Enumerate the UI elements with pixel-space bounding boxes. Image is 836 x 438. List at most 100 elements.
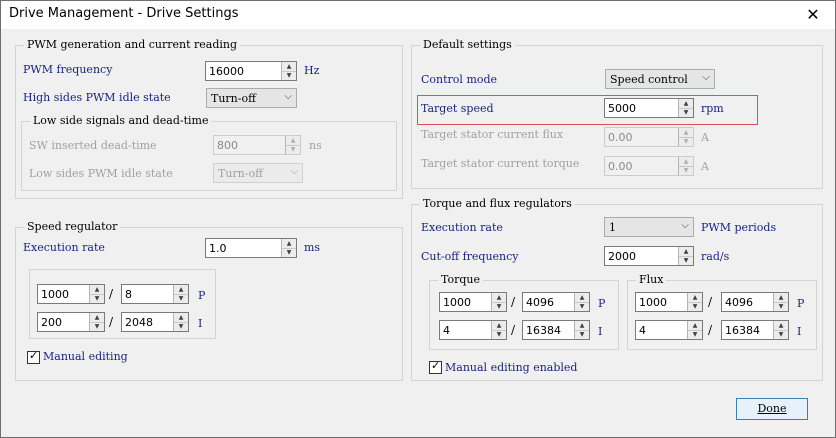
close-icon[interactable]: ✕ [801, 3, 825, 27]
pwm-frequency-label: PWM frequency [23, 63, 113, 76]
spin-down-icon[interactable]: ▼ [282, 71, 296, 80]
spin-down-icon[interactable]: ▼ [575, 330, 589, 339]
low-idle-value: Turn-off [218, 167, 263, 180]
flux-label: Target stator current flux [421, 128, 564, 141]
title-bar: Drive Management - Drive Settings ✕ [1, 1, 835, 29]
chevron-down-icon: ⌵ [702, 72, 710, 83]
speed-exec-rate-input[interactable]: 1.0 ▲ ▼ [205, 238, 297, 258]
speed-exec-rate-spinner[interactable]: ▲ ▼ [281, 239, 296, 257]
spin-down-icon[interactable]: ▼ [679, 137, 693, 146]
torque-i-numerator-input[interactable]: 4 ▲ ▼ [439, 320, 507, 340]
reg-manual-checkbox[interactable]: ✓ [429, 359, 442, 374]
speed-p-numerator-input[interactable]: 1000 ▲ ▼ [37, 284, 105, 304]
torque-p-numerator-spinner[interactable]: ▲ ▼ [491, 293, 506, 311]
slash-separator: / [708, 295, 713, 309]
torque-p-numerator-value: 1000 [443, 296, 471, 309]
speed-i-numerator-spinner[interactable]: ▲ ▼ [89, 313, 104, 331]
spin-down-icon[interactable]: ▼ [90, 322, 104, 331]
flux-spinner[interactable]: ▲ ▼ [678, 128, 693, 146]
spin-down-icon[interactable]: ▼ [492, 330, 506, 339]
flux-unit: A [701, 131, 709, 144]
dead-time-value: 800 [217, 139, 238, 152]
torque-p-denominator-input[interactable]: 4096 ▲ ▼ [522, 292, 590, 312]
torque-spinner[interactable]: ▲ ▼ [678, 157, 693, 175]
torque-input[interactable]: 0.00 ▲ ▼ [604, 156, 694, 176]
speed-i-numerator-value: 200 [41, 316, 62, 329]
spin-down-icon[interactable]: ▼ [575, 302, 589, 311]
spin-down-icon[interactable]: ▼ [286, 145, 300, 154]
flux-p-denominator-input[interactable]: 4096 ▲ ▼ [721, 292, 789, 312]
cutoff-label: Cut-off frequency [421, 250, 519, 263]
spin-down-icon[interactable]: ▼ [774, 330, 788, 339]
speed-p-denominator-input[interactable]: 8 ▲ ▼ [121, 284, 189, 304]
spin-down-icon[interactable]: ▼ [679, 166, 693, 175]
chevron-down-icon: ⌵ [284, 91, 292, 102]
cutoff-input[interactable]: 2000 ▲ ▼ [604, 246, 694, 266]
spin-down-icon[interactable]: ▼ [679, 108, 693, 117]
flux-p-numerator-value: 1000 [639, 296, 667, 309]
slash-separator: / [708, 323, 713, 337]
spin-down-icon[interactable]: ▼ [688, 302, 702, 311]
done-button[interactable]: Done [736, 398, 808, 420]
pwm-frequency-input[interactable]: 16000 ▲ ▼ [205, 61, 297, 81]
flux-p-numerator-input[interactable]: 1000 ▲ ▼ [635, 292, 703, 312]
flux-p-denominator-spinner[interactable]: ▲ ▼ [773, 293, 788, 311]
flux-p-numerator-spinner[interactable]: ▲ ▼ [687, 293, 702, 311]
target-speed-unit: rpm [701, 102, 724, 115]
speed-p-denominator-spinner[interactable]: ▲ ▼ [173, 285, 188, 303]
torque-p-denominator-spinner[interactable]: ▲ ▼ [574, 293, 589, 311]
flux-i-denominator-spinner[interactable]: ▲ ▼ [773, 321, 788, 339]
torque-i-numerator-spinner[interactable]: ▲ ▼ [491, 321, 506, 339]
pwm-group-title: PWM generation and current reading [24, 38, 241, 51]
reg-manual-label: Manual editing enabled [445, 361, 578, 374]
torque-i-denominator-input[interactable]: 16384 ▲ ▼ [522, 320, 590, 340]
speed-manual-checkbox[interactable]: ✓ [27, 349, 40, 364]
flux-i-denominator-input[interactable]: 16384 ▲ ▼ [721, 320, 789, 340]
flux-i-numerator-input[interactable]: 4 ▲ ▼ [635, 320, 703, 340]
low-side-group: Low side signals and dead-time [21, 114, 397, 191]
flux-pi-title: Flux [636, 273, 667, 286]
low-idle-select[interactable]: Turn-off ⌵ [213, 163, 303, 183]
torque-i-denominator-spinner[interactable]: ▲ ▼ [574, 321, 589, 339]
speed-i-denominator-input[interactable]: 2048 ▲ ▼ [121, 312, 189, 332]
spin-down-icon[interactable]: ▼ [282, 248, 296, 257]
window-title: Drive Management - Drive Settings [9, 6, 239, 21]
spin-down-icon[interactable]: ▼ [492, 302, 506, 311]
pwm-frequency-value: 16000 [209, 65, 244, 78]
cutoff-spinner[interactable]: ▲ ▼ [678, 247, 693, 265]
flux-input[interactable]: 0.00 ▲ ▼ [604, 127, 694, 147]
torque-label: Target stator current torque [421, 157, 580, 170]
pwm-frequency-spinner[interactable]: ▲ ▼ [281, 62, 296, 80]
flux-i-numerator-spinner[interactable]: ▲ ▼ [687, 321, 702, 339]
reg-exec-rate-value: 1 [609, 221, 616, 234]
target-speed-spinner[interactable]: ▲ ▼ [678, 99, 693, 117]
spin-down-icon[interactable]: ▼ [90, 294, 104, 303]
spin-down-icon[interactable]: ▼ [688, 330, 702, 339]
control-mode-label: Control mode [421, 73, 498, 86]
spin-down-icon[interactable]: ▼ [174, 294, 188, 303]
speed-i-numerator-input[interactable]: 200 ▲ ▼ [37, 312, 105, 332]
speed-exec-rate-value: 1.0 [209, 242, 227, 255]
speed-p-label: P [198, 289, 206, 302]
low-idle-label: Low sides PWM idle state [29, 167, 173, 180]
torque-i-numerator-value: 4 [443, 324, 450, 337]
dead-time-input[interactable]: 800 ▲ ▼ [213, 135, 301, 155]
torque-p-label: P [598, 297, 606, 310]
slash-separator: / [109, 315, 114, 329]
reg-exec-rate-select[interactable]: 1 ⌵ [604, 217, 694, 237]
spin-down-icon[interactable]: ▼ [174, 322, 188, 331]
speed-i-label: I [198, 317, 203, 330]
target-speed-label: Target speed [421, 102, 494, 115]
speed-p-numerator-spinner[interactable]: ▲ ▼ [89, 285, 104, 303]
speed-i-denominator-spinner[interactable]: ▲ ▼ [173, 313, 188, 331]
control-mode-select[interactable]: Speed control ⌵ [605, 69, 715, 89]
torque-unit: A [701, 160, 709, 173]
spin-down-icon[interactable]: ▼ [679, 256, 693, 265]
torque-p-numerator-input[interactable]: 1000 ▲ ▼ [439, 292, 507, 312]
high-idle-value: Turn-off [211, 92, 256, 105]
high-idle-select[interactable]: Turn-off ⌵ [206, 88, 297, 108]
dead-time-spinner[interactable]: ▲ ▼ [285, 136, 300, 154]
target-speed-input[interactable]: 5000 ▲ ▼ [604, 98, 694, 118]
spin-down-icon[interactable]: ▼ [774, 302, 788, 311]
target-speed-value: 5000 [608, 102, 636, 115]
